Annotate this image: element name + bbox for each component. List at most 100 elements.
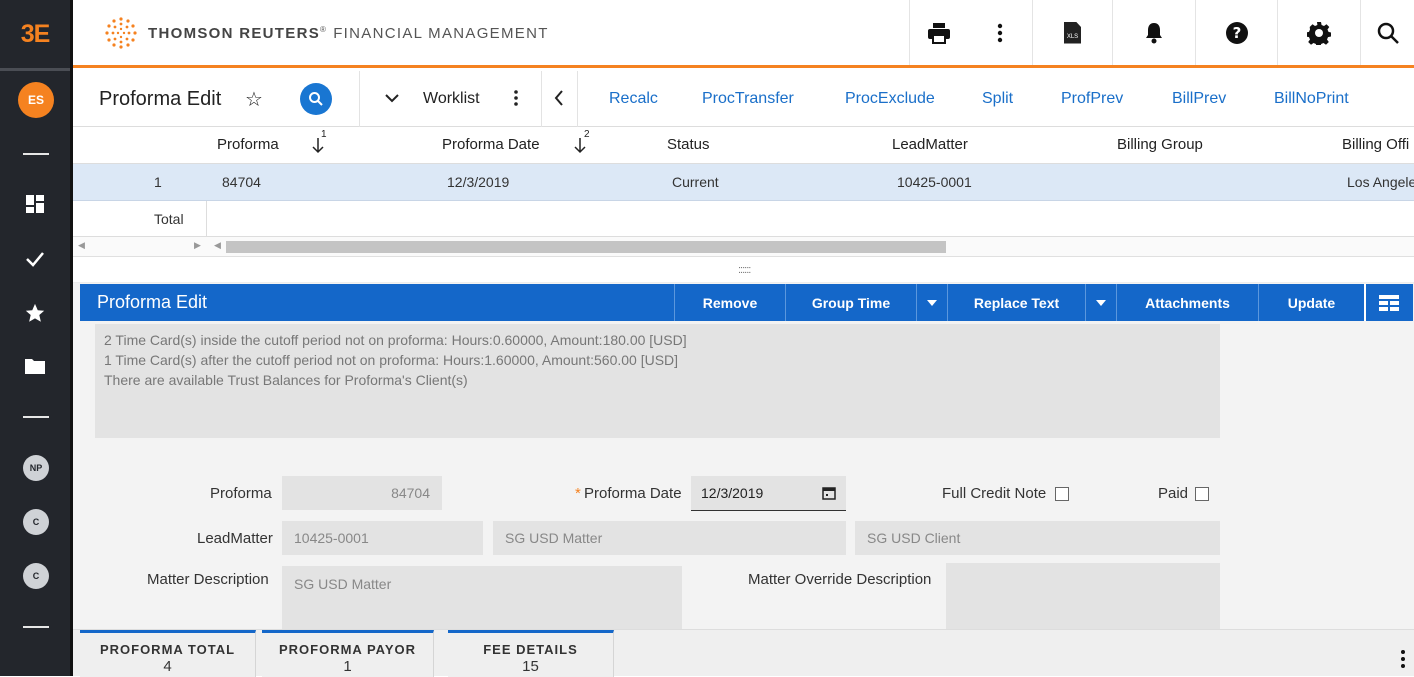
full-credit-note-label: Full Credit Note [942, 485, 1047, 502]
dashboard-icon[interactable] [0, 194, 70, 214]
table-layout-icon [1379, 294, 1399, 311]
settings-button[interactable] [1277, 0, 1360, 65]
more-options-button[interactable] [967, 0, 1032, 65]
matter-override-description-field[interactable] [946, 563, 1220, 629]
full-credit-note-checkbox[interactable] [1055, 487, 1069, 501]
page-search-button[interactable] [300, 83, 332, 115]
column-header-status[interactable]: Status [667, 136, 710, 153]
required-marker: * [575, 485, 581, 502]
recent-item-c[interactable]: C [23, 509, 49, 535]
search-icon [309, 92, 323, 106]
tab-fee-details[interactable]: FEE DETAILS 15 [448, 630, 614, 677]
column-header-leadmatter[interactable]: LeadMatter [892, 136, 968, 153]
leadmatter-label: LeadMatter [197, 530, 273, 547]
recalc-action[interactable]: Recalc [609, 90, 702, 108]
paid-label: Paid [1158, 485, 1189, 502]
proforma-field[interactable]: 84704 [282, 476, 442, 510]
folder-icon[interactable] [0, 357, 70, 375]
scroll-left-icon[interactable]: ◀ [214, 240, 221, 251]
split-action[interactable]: Split [982, 90, 1061, 108]
recent-item-np[interactable]: NP [23, 455, 49, 481]
replace-text-button[interactable]: Replace Text [947, 284, 1085, 321]
calendar-icon[interactable] [822, 486, 836, 500]
matter-description-field[interactable]: SG USD Matter [282, 566, 682, 629]
tab-proforma-total[interactable]: PROFORMA TOTAL 4 [80, 630, 256, 677]
sort-index: 2 [584, 129, 590, 140]
proforma-date-label: Proforma Date [584, 485, 682, 502]
help-button[interactable]: ? [1195, 0, 1277, 65]
chevron-down-icon[interactable] [384, 89, 400, 107]
group-time-dropdown[interactable] [916, 284, 947, 321]
scroll-left-icon[interactable]: ◀ [78, 240, 85, 251]
action-toolbar: Recalc ProcTransfer ProcExclude Split Pr… [609, 90, 1384, 108]
profprev-action[interactable]: ProfPrev [1061, 90, 1172, 108]
worklist-label[interactable]: Worklist [423, 90, 480, 108]
page-title: Proforma Edit [99, 88, 222, 110]
total-row: Total [73, 201, 1414, 237]
favorite-star-icon[interactable]: ☆ [245, 87, 263, 112]
column-header-billing-office[interactable]: Billing Offi [1342, 136, 1409, 153]
star-icon[interactable] [0, 302, 70, 324]
column-header-billing-group[interactable]: Billing Group [1117, 136, 1203, 153]
xls-export-button[interactable]: XLS [1032, 0, 1112, 65]
print-button[interactable] [909, 0, 967, 65]
billnoprint-action[interactable]: BillNoPrint [1274, 90, 1384, 108]
global-search-button[interactable] [1360, 0, 1414, 65]
thomson-reuters-logo-icon [105, 17, 137, 49]
column-header-proforma[interactable]: Proforma [217, 136, 279, 153]
tab-count: 4 [163, 658, 172, 675]
app-logo[interactable]: 3E [0, 0, 70, 68]
panel-toolbar: Proforma Edit Remove Group Time Replace … [80, 284, 1413, 321]
brand-product: FINANCIAL MANAGEMENT [333, 24, 549, 42]
scroll-right-icon[interactable]: ▶ [194, 240, 201, 251]
update-button[interactable]: Update [1258, 284, 1364, 321]
total-label: Total [154, 211, 184, 227]
proctransfer-action[interactable]: ProcTransfer [702, 90, 845, 108]
message-line: There are available Trust Balances for P… [104, 372, 468, 388]
paid-checkbox[interactable] [1195, 487, 1209, 501]
more-vertical-icon[interactable] [1400, 649, 1406, 669]
chevron-left-icon[interactable] [553, 89, 565, 107]
row-index: 1 [154, 174, 162, 190]
more-vertical-icon[interactable] [513, 89, 519, 107]
header-divider [577, 71, 578, 127]
more-vertical-icon [997, 23, 1002, 42]
brand: THOMSON REUTERS® FINANCIAL MANAGEMENT [103, 16, 549, 50]
column-header-proforma-date[interactable]: Proforma Date [442, 136, 540, 153]
attachments-button[interactable]: Attachments [1116, 284, 1258, 321]
tab-proforma-payor[interactable]: PROFORMA PAYOR 1 [262, 630, 434, 677]
user-avatar[interactable]: ES [18, 82, 54, 118]
procexclude-action[interactable]: ProcExclude [845, 90, 982, 108]
table-row[interactable]: 1 84704 12/3/2019 Current 10425-0001 Los… [73, 164, 1414, 201]
scrollbar-thumb[interactable] [226, 241, 946, 253]
column-divider [206, 201, 207, 237]
layout-toggle-button[interactable] [1364, 284, 1412, 321]
nav-divider [23, 626, 49, 628]
cell-leadmatter: 10425-0001 [897, 174, 972, 190]
billprev-action[interactable]: BillPrev [1172, 90, 1274, 108]
nav-divider [23, 416, 49, 418]
pane-splitter[interactable]: :::::: [73, 259, 1414, 283]
matter-description-label: Matter Description [147, 571, 269, 588]
cell-billing-office: Los Angele [1347, 174, 1414, 190]
help-icon: ? [1225, 21, 1248, 44]
sort-index: 1 [321, 129, 327, 140]
leadmatter-field[interactable]: 10425-0001 [282, 521, 483, 555]
tab-count: 15 [522, 658, 539, 675]
tab-count: 1 [343, 658, 352, 675]
notifications-button[interactable] [1112, 0, 1195, 65]
group-time-button[interactable]: Group Time [785, 284, 916, 321]
remove-button[interactable]: Remove [674, 284, 785, 321]
left-nav: 3E ES NP C C [0, 0, 70, 676]
replace-text-dropdown[interactable] [1085, 284, 1116, 321]
tab-label: FEE DETAILS [483, 642, 578, 657]
proforma-label: Proforma [210, 485, 272, 502]
recent-item-c[interactable]: C [23, 563, 49, 589]
horizontal-scrollbar[interactable]: ◀ ▶ ◀ [73, 237, 1414, 257]
drag-handle-icon[interactable]: :::::: [738, 264, 751, 276]
xls-export-icon: XLS [1064, 21, 1081, 44]
checkmark-icon[interactable] [0, 250, 70, 268]
proforma-date-field[interactable]: 12/3/2019 [691, 476, 846, 511]
bottom-tab-bar: PROFORMA TOTAL 4 PROFORMA PAYOR 1 FEE DE… [73, 629, 1414, 677]
message-line: 1 Time Card(s) after the cutoff period n… [104, 352, 679, 368]
